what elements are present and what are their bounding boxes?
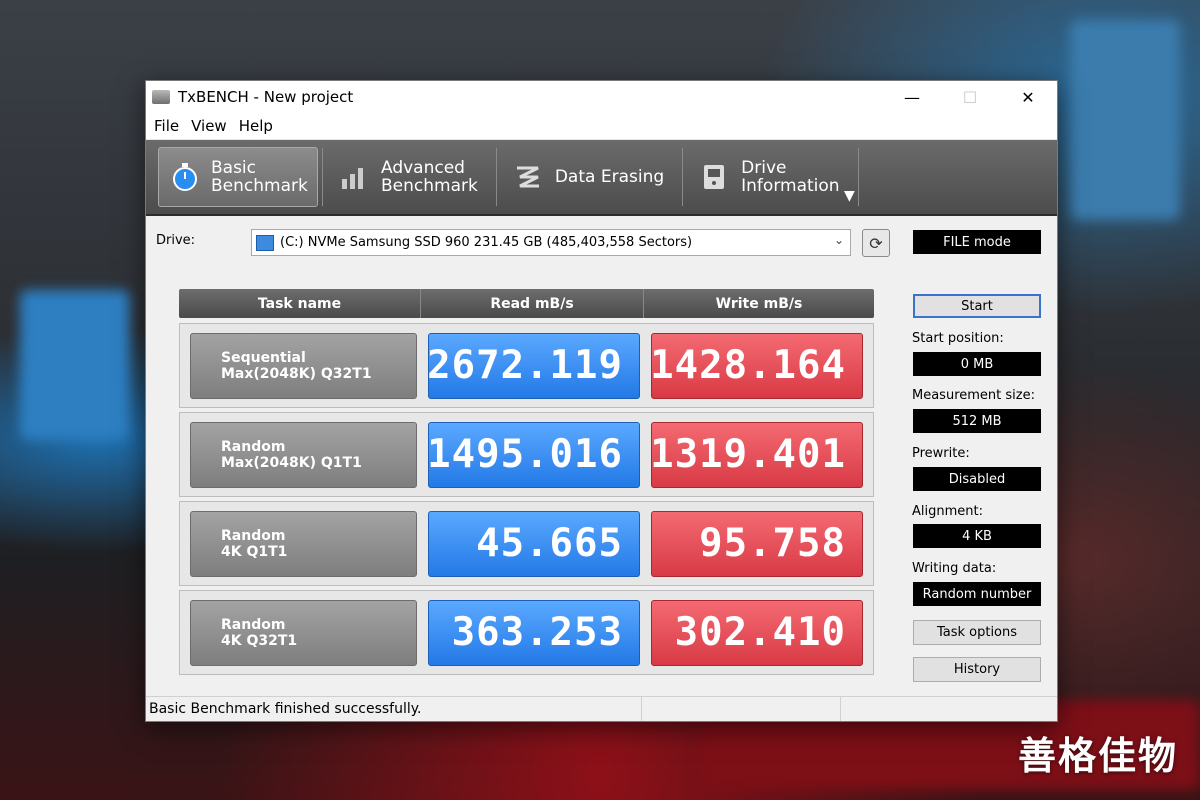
tab-drive-information-label: Drive Information [741, 159, 839, 195]
tab-data-erasing-label: Data Erasing [554, 167, 665, 187]
prewrite-label: Prewrite: [912, 446, 970, 461]
history-button[interactable]: History [913, 657, 1041, 682]
tab-advanced-benchmark[interactable]: Advanced Benchmark [327, 148, 492, 206]
prewrite-field[interactable]: Disabled [913, 467, 1041, 491]
refresh-icon: ⟳ [869, 233, 883, 253]
tab-line: Benchmark [211, 176, 308, 196]
app-window: TxBENCH - New project — ☐ ✕ File View He… [145, 80, 1058, 722]
menu-bar: File View Help [146, 113, 1057, 140]
task-name-line: Max(2048K) Q1T1 [221, 454, 362, 471]
measurement-size-label: Measurement size: [912, 388, 1035, 403]
column-read: Read mB/s [421, 289, 644, 318]
window-title: TxBENCH - New project [178, 88, 354, 106]
bar-chart-icon [339, 162, 369, 192]
task-name-line: Random [221, 438, 286, 455]
start-position-field[interactable]: 0 MB [913, 352, 1041, 376]
read-value: 2672.119 [427, 332, 640, 399]
menu-view[interactable]: View [191, 117, 227, 135]
tab-data-erasing[interactable]: Data Erasing [501, 148, 678, 206]
read-value: 45.665 [428, 510, 640, 577]
tab-line: Benchmark [381, 176, 478, 196]
writing-data-field[interactable]: Random number [913, 582, 1041, 606]
maximize-button[interactable]: ☐ [941, 81, 999, 113]
table-row: Random 4K Q32T1 363.253 302.410 [179, 590, 874, 675]
title-bar: TxBENCH - New project — ☐ ✕ [146, 81, 1057, 113]
chevron-down-icon: ⌄ [833, 233, 844, 247]
tab-line: Basic [211, 158, 257, 178]
task-button[interactable]: Random 4K Q1T1 [190, 510, 417, 577]
drive-select[interactable]: (C:) NVMe Samsung SSD 960 231.45 GB (485… [251, 229, 851, 256]
eraser-icon [513, 162, 543, 192]
table-row: Random 4K Q1T1 45.665 95.758 [179, 501, 874, 586]
close-button[interactable]: ✕ [999, 81, 1057, 113]
toolbar-separator [322, 148, 323, 206]
tab-basic-benchmark-label: Basic Benchmark [211, 159, 308, 195]
stopwatch-icon [171, 162, 199, 192]
writing-data-label: Writing data: [912, 561, 997, 576]
task-button[interactable]: Random Max(2048K) Q1T1 [190, 421, 417, 488]
write-value: 1428.164 [650, 332, 863, 399]
status-text: Basic Benchmark finished successfully. [146, 697, 642, 721]
toolbar: Basic Benchmark Advanced Benchmark Data Er… [146, 140, 1057, 216]
status-section [642, 697, 841, 721]
column-write: Write mB/s [715, 295, 803, 312]
toolbar-separator [857, 148, 859, 206]
task-name-line: 4K Q1T1 [221, 543, 288, 560]
drive-info-icon [699, 162, 729, 192]
task-button[interactable]: Random 4K Q32T1 [190, 599, 417, 666]
write-value: 1319.401 [650, 421, 863, 488]
task-name-line: Max(2048K) Q32T1 [221, 365, 372, 382]
tab-drive-information[interactable]: Drive Information [687, 148, 853, 206]
task-button[interactable]: Sequential Max(2048K) Q32T1 [190, 332, 417, 399]
task-name-line: Random [221, 527, 286, 544]
file-mode-indicator[interactable]: FILE mode [913, 230, 1041, 254]
drive-value: (C:) NVMe Samsung SSD 960 231.45 GB (485… [280, 235, 693, 250]
start-button[interactable]: Start [913, 294, 1041, 318]
status-bar: Basic Benchmark finished successfully. [146, 696, 1057, 721]
alignment-label: Alignment: [912, 504, 983, 519]
toolbar-dropdown-icon[interactable]: ▼ [844, 188, 855, 204]
read-value: 1495.016 [427, 421, 640, 488]
task-name-line: Random [221, 616, 286, 633]
table-row: Random Max(2048K) Q1T1 1495.016 1319.401 [179, 412, 874, 497]
task-name-line: Sequential [221, 349, 306, 366]
read-value: 363.253 [428, 599, 640, 666]
app-icon [152, 90, 170, 104]
watermark: 善格佳物 [1017, 734, 1178, 778]
tab-line: Advanced [381, 158, 465, 178]
menu-file[interactable]: File [154, 117, 179, 135]
tab-basic-benchmark[interactable]: Basic Benchmark [158, 147, 318, 207]
toolbar-separator [682, 148, 684, 206]
write-value: 95.758 [651, 510, 863, 577]
alignment-field[interactable]: 4 KB [913, 524, 1041, 548]
table-row: Sequential Max(2048K) Q32T1 2672.119 142… [179, 323, 874, 408]
task-options-button[interactable]: Task options [913, 620, 1041, 645]
table-header: Task name Read mB/s Write mB/s [179, 289, 874, 318]
background-blue-part [20, 290, 130, 440]
toolbar-separator [495, 148, 497, 206]
start-position-label: Start position: [912, 331, 1004, 346]
refresh-button[interactable]: ⟳ [862, 229, 890, 257]
task-name-line: 4K Q32T1 [221, 632, 298, 649]
tab-advanced-benchmark-label: Advanced Benchmark [381, 159, 478, 195]
drive-label: Drive: [156, 233, 196, 248]
drive-icon [256, 234, 274, 251]
tab-line: Information [741, 176, 840, 196]
measurement-size-field[interactable]: 512 MB [913, 409, 1041, 433]
menu-help[interactable]: Help [239, 117, 273, 135]
results-table: Task name Read mB/s Write mB/s Sequentia… [179, 289, 874, 675]
minimize-button[interactable]: — [883, 81, 941, 113]
background-blue-part [1070, 20, 1180, 220]
column-task-name: Task name [179, 289, 421, 318]
tab-line: Drive [741, 158, 787, 178]
write-value: 302.410 [651, 599, 863, 666]
window-controls: — ☐ ✕ [883, 81, 1057, 113]
main-content: Drive: (C:) NVMe Samsung SSD 960 231.45 … [146, 216, 1057, 702]
